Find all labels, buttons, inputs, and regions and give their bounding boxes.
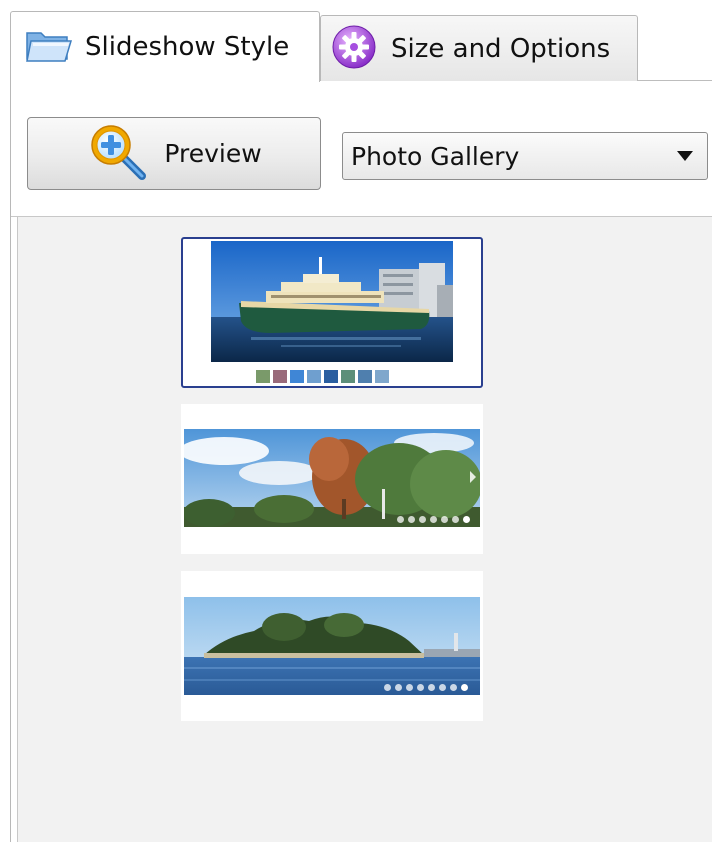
slide-dot[interactable] xyxy=(408,516,415,523)
style-thumbnail-slider-trees[interactable] xyxy=(181,404,483,554)
slide-dot-active[interactable] xyxy=(461,684,468,691)
strip-thumb xyxy=(375,370,389,383)
tab-label: Size and Options xyxy=(391,33,611,64)
slide-dot[interactable] xyxy=(428,684,435,691)
slide-dots xyxy=(397,516,470,523)
folder-icon xyxy=(25,27,73,67)
gear-icon xyxy=(331,24,377,74)
strip-thumb xyxy=(273,370,287,383)
preview-button[interactable]: Preview xyxy=(27,117,321,190)
slide-dot[interactable] xyxy=(417,684,424,691)
slide-dot[interactable] xyxy=(441,516,448,523)
slide-dot[interactable] xyxy=(430,516,437,523)
strip-thumb xyxy=(358,370,372,383)
strip-thumb xyxy=(307,370,321,383)
slide-dot[interactable] xyxy=(406,684,413,691)
strip-thumb xyxy=(256,370,270,383)
ferry-photo xyxy=(211,241,453,362)
tab-size-and-options[interactable]: Size and Options xyxy=(320,15,638,81)
dropdown-arrow-icon xyxy=(677,151,693,161)
slide-dot[interactable] xyxy=(419,516,426,523)
slide-dots xyxy=(384,684,468,691)
slide-dot[interactable] xyxy=(439,684,446,691)
trees-photo xyxy=(184,429,480,527)
tab-slideshow-style[interactable]: Slideshow Style xyxy=(10,11,320,82)
style-select-value: Photo Gallery xyxy=(351,141,520,171)
tab-label: Slideshow Style xyxy=(85,32,290,62)
island-photo xyxy=(184,597,480,695)
thumbnail-strip xyxy=(256,370,389,383)
strip-thumb xyxy=(290,370,304,383)
preview-label: Preview xyxy=(164,139,262,168)
style-list xyxy=(18,217,712,842)
style-select[interactable]: Photo Gallery xyxy=(342,132,708,180)
slide-dot[interactable] xyxy=(395,684,402,691)
next-arrow-icon[interactable] xyxy=(470,471,476,483)
magnifier-plus-icon xyxy=(86,120,150,188)
slide-dot[interactable] xyxy=(384,684,391,691)
slide-dot[interactable] xyxy=(452,516,459,523)
toolbar: Preview Photo Gallery xyxy=(11,82,712,216)
tab-strip: Slideshow Style Size and Options xyxy=(0,0,712,82)
slide-dot[interactable] xyxy=(450,684,457,691)
strip-thumb xyxy=(324,370,338,383)
content-edge xyxy=(11,217,18,842)
slide-dot-active[interactable] xyxy=(463,516,470,523)
style-thumbnail-slider-island[interactable] xyxy=(181,571,483,721)
slide-dot[interactable] xyxy=(397,516,404,523)
style-thumbnail-photo-gallery[interactable] xyxy=(181,237,483,388)
strip-thumb xyxy=(341,370,355,383)
